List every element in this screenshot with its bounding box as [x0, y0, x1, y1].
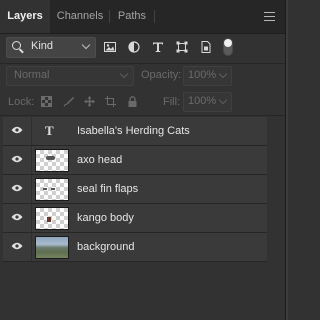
column-divider	[31, 233, 32, 261]
blend-mode-value: Normal	[14, 69, 50, 81]
blend-mode-row: Normal Opacity: 100%	[0, 63, 285, 89]
lock-position-icon[interactable]	[84, 96, 95, 107]
thumbnail-content	[46, 156, 55, 160]
layer-row[interactable]: seal fin flaps	[3, 175, 267, 204]
divider	[0, 115, 285, 116]
fill-field[interactable]: 100%	[183, 92, 232, 112]
filter-toggle-icon[interactable]	[223, 38, 233, 56]
layer-thumbnail	[35, 236, 69, 259]
visibility-eye-icon[interactable]	[11, 242, 23, 250]
smart-object-filter-icon[interactable]	[200, 41, 212, 53]
layers-panel: Layers Channels Paths Kind Normal Opacit…	[0, 0, 286, 320]
visibility-eye-icon[interactable]	[11, 213, 23, 221]
chevron-down-icon	[218, 69, 228, 79]
panel-tab-bar: Layers Channels Paths	[0, 0, 285, 34]
layer-name[interactable]: axo head	[77, 154, 122, 166]
fill-label: Fill:	[163, 96, 181, 108]
opacity-value: 100%	[188, 69, 217, 81]
layer-thumbnail	[35, 178, 69, 201]
blend-mode-select[interactable]: Normal	[6, 66, 134, 86]
adjustment-layer-filter-icon[interactable]	[128, 41, 140, 53]
layer-name[interactable]: Isabella's Herding Cats	[77, 125, 190, 137]
text-layer-icon: T	[45, 123, 54, 138]
chevron-down-icon	[119, 69, 129, 79]
tab-paths[interactable]: Paths	[110, 0, 154, 33]
layer-row[interactable]: T Isabella's Herding Cats	[3, 117, 267, 146]
visibility-eye-icon[interactable]	[11, 184, 23, 192]
panel-edge	[286, 0, 288, 320]
layer-list: T Isabella's Herding Cats axo head seal …	[3, 117, 267, 262]
layer-name[interactable]: seal fin flaps	[77, 183, 138, 195]
layer-thumbnail	[35, 149, 69, 172]
thumbnail-content	[47, 217, 51, 222]
lock-label: Lock:	[8, 96, 35, 108]
filter-kind-select[interactable]: Kind	[6, 37, 96, 58]
layer-filter-row: Kind	[0, 33, 285, 63]
shape-layer-filter-icon[interactable]	[176, 41, 188, 53]
layer-row[interactable]: kango body	[3, 204, 267, 233]
type-layer-filter-icon[interactable]	[152, 41, 164, 53]
lock-row: Lock: Fill: 100%	[0, 89, 285, 115]
panel-menu-icon[interactable]	[264, 12, 275, 21]
layer-row[interactable]: background	[3, 233, 267, 262]
layer-thumbnail	[35, 207, 69, 230]
search-icon	[12, 41, 21, 50]
fill-value: 100%	[188, 95, 217, 107]
layer-name[interactable]: background	[77, 241, 135, 253]
tab-separator	[154, 10, 155, 23]
tab-channels[interactable]: Channels	[51, 0, 109, 33]
lock-transparent-pixels-icon[interactable]	[41, 96, 52, 107]
opacity-field[interactable]: 100%	[183, 66, 232, 86]
pixel-layer-filter-icon[interactable]	[104, 41, 116, 53]
visibility-eye-icon[interactable]	[11, 126, 23, 134]
lock-artboard-icon[interactable]	[105, 96, 116, 107]
column-divider	[31, 175, 32, 203]
layer-name[interactable]: kango body	[77, 212, 134, 224]
column-divider	[31, 146, 32, 174]
thumbnail-content	[43, 188, 47, 190]
opacity-label: Opacity:	[141, 69, 182, 81]
lock-image-pixels-icon[interactable]	[63, 96, 74, 107]
lock-all-icon[interactable]	[127, 96, 138, 107]
tab-layers[interactable]: Layers	[0, 0, 50, 33]
column-divider	[31, 204, 32, 232]
column-divider	[31, 117, 32, 145]
filter-kind-label: Kind	[31, 40, 54, 52]
chevron-down-icon	[81, 40, 91, 50]
visibility-eye-icon[interactable]	[11, 155, 23, 163]
layer-row[interactable]: axo head	[3, 146, 267, 175]
chevron-down-icon	[218, 95, 228, 105]
thumbnail-content	[51, 188, 55, 190]
